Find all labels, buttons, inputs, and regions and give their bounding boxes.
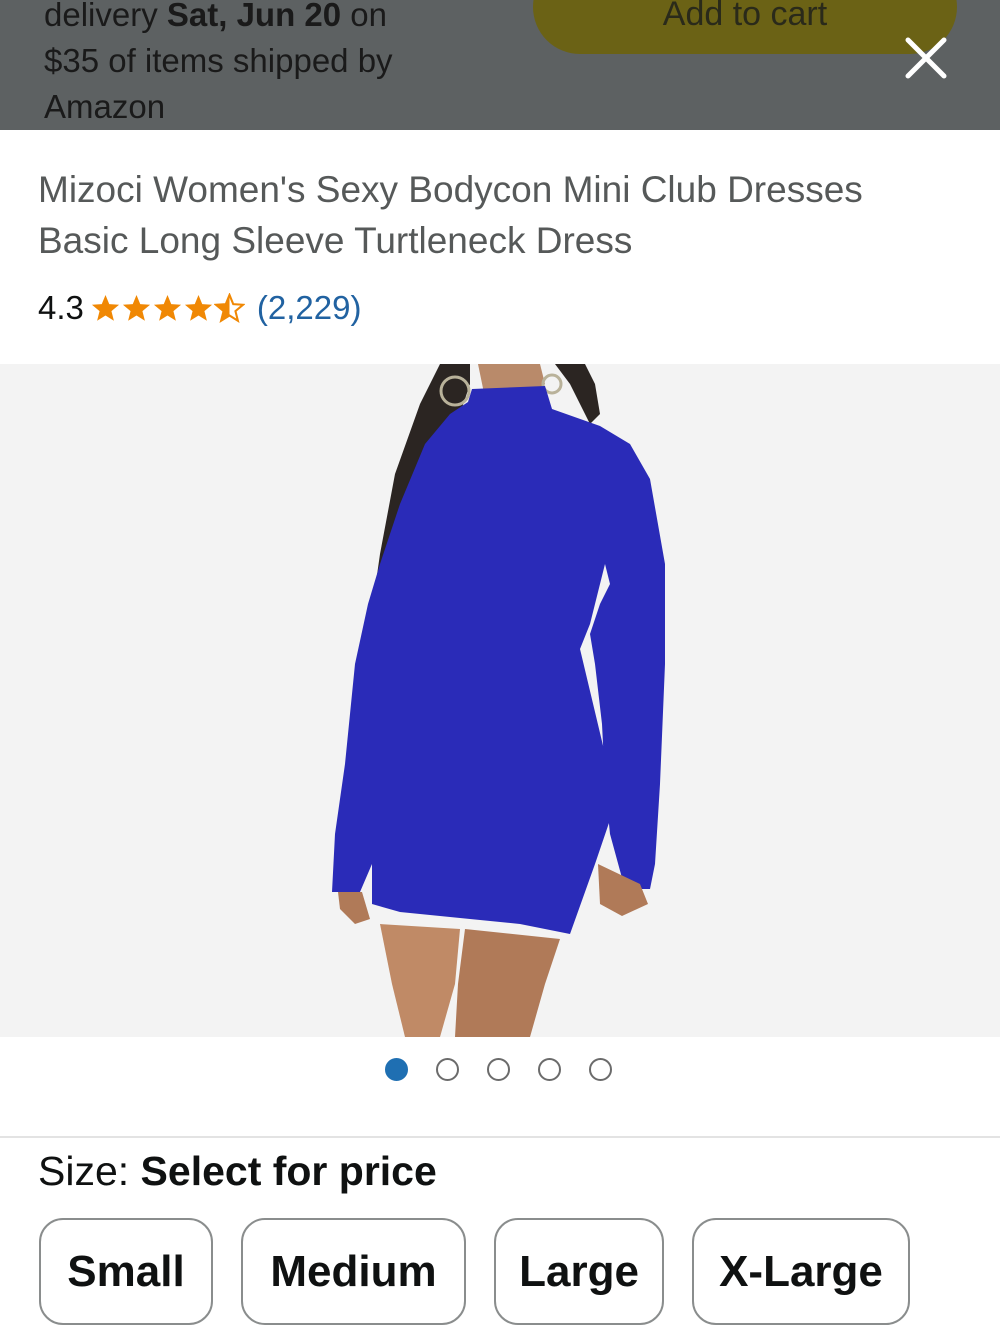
- delivery-date: Sat, Jun 20: [166, 0, 342, 33]
- product-title[interactable]: Mizoci Women's Sexy Bodycon Mini Club Dr…: [38, 164, 958, 266]
- carousel-dot[interactable]: [487, 1058, 510, 1081]
- add-to-cart-button: Add to cart: [533, 0, 957, 54]
- review-count-link[interactable]: (2,229): [257, 289, 362, 327]
- size-option-medium[interactable]: Medium: [241, 1218, 466, 1325]
- star-full-icon: [183, 293, 214, 324]
- star-full-icon: [121, 293, 152, 324]
- star-full-icon: [152, 293, 183, 324]
- add-to-cart-label: Add to cart: [662, 0, 828, 33]
- divider: [0, 1136, 1000, 1138]
- size-heading: Size: Select for price: [38, 1146, 437, 1196]
- delivery-carrier: Amazon: [44, 88, 166, 125]
- close-icon: [905, 37, 947, 79]
- rating-value: 4.3: [38, 289, 84, 326]
- product-sheet: Mizoci Women's Sexy Bodycon Mini Club Dr…: [0, 130, 1000, 1333]
- size-option-large[interactable]: Large: [494, 1218, 664, 1325]
- delivery-prefix: delivery: [44, 0, 167, 33]
- rating-row[interactable]: 4.3 (2,229): [38, 288, 361, 328]
- dress-photo: [332, 364, 665, 1037]
- carousel-dot[interactable]: [385, 1058, 408, 1081]
- background-overlay: delivery Sat, Jun 20 on $35 of items shi…: [0, 0, 1000, 130]
- star-rating: [90, 292, 245, 324]
- size-option-small[interactable]: Small: [39, 1218, 213, 1325]
- delivery-info: delivery Sat, Jun 20 on $35 of items shi…: [44, 0, 484, 130]
- carousel-indicator: [385, 1058, 612, 1081]
- carousel-dot[interactable]: [436, 1058, 459, 1081]
- close-button[interactable]: [902, 34, 950, 82]
- product-image[interactable]: [0, 364, 1000, 1037]
- size-label: Size:: [38, 1148, 141, 1194]
- delivery-condition: $35 of items shipped by: [44, 42, 393, 79]
- size-prompt: Select for price: [140, 1148, 437, 1194]
- carousel-dot[interactable]: [589, 1058, 612, 1081]
- delivery-suffix: on: [341, 0, 387, 33]
- size-option-x-large[interactable]: X-Large: [692, 1218, 910, 1325]
- star-full-icon: [90, 293, 121, 324]
- carousel-dot[interactable]: [538, 1058, 561, 1081]
- star-half-icon: [213, 292, 245, 324]
- size-options: Small Medium Large X-Large: [39, 1218, 910, 1325]
